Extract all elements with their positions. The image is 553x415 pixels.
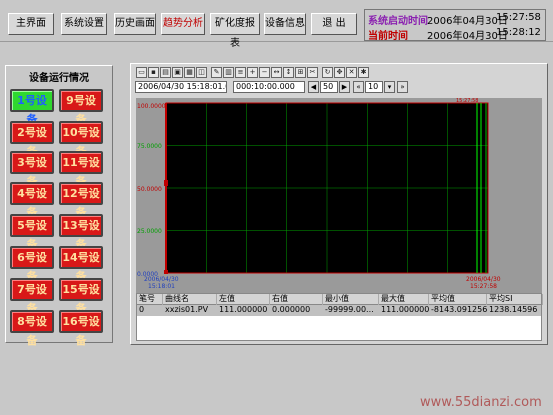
table-cell: 0.000000: [272, 305, 311, 314]
menu-mineral-report[interactable]: 矿化度报表: [210, 13, 260, 49]
xtick-start-time: 15:18:01: [148, 283, 175, 290]
open-icon[interactable]: ▭: [136, 67, 147, 78]
pen-table: 笔号 曲线名 左值 右值 最小值 最大值 平均值 平均SI 0 xxzis01.PV 111.00…: [136, 293, 543, 341]
refresh-icon[interactable]: ↻: [322, 67, 333, 78]
cut-icon[interactable]: ✂: [307, 67, 318, 78]
menu-exit[interactable]: 退 出: [311, 13, 357, 35]
table-cell: -99999.00...: [325, 305, 374, 314]
save-icon[interactable]: ▪: [148, 67, 159, 78]
table-header-cell[interactable]: 平均SI: [487, 294, 543, 305]
zoom-in-icon[interactable]: +: [247, 67, 258, 78]
pan-icon[interactable]: ✥: [334, 67, 345, 78]
current-time-label: 当前时间: [368, 31, 408, 42]
table-cell: -8143.091256: [431, 305, 487, 314]
device-button-11[interactable]: 6号设备: [10, 246, 54, 283]
device-button-16[interactable]: 16号设备: [59, 310, 103, 347]
ytick-mid: 50.0000: [137, 186, 162, 193]
table-header-cell[interactable]: 最小值: [323, 294, 379, 305]
bottom-marker: [164, 270, 168, 274]
device-button-15[interactable]: 8号设备: [10, 310, 54, 347]
device-status-panel: 设备运行情况 1号设备9号设备2号设备10号设备3号设备11号设备4号设备12号…: [5, 65, 113, 347]
table-row[interactable]: 0 xxzis01.PV 111.000000 0.000000 -99999.00..…: [137, 305, 541, 316]
device-button-8[interactable]: 12号设备: [59, 182, 103, 219]
current-time: 15:28:12: [496, 27, 541, 38]
folder-icon[interactable]: ▦: [184, 67, 195, 78]
zoom-out-icon[interactable]: −: [259, 67, 270, 78]
menu-history[interactable]: 历史画面: [114, 13, 156, 35]
cursor-icon[interactable]: ✱: [358, 67, 369, 78]
ytick-lower: 25.0000: [137, 228, 162, 235]
ytick-upper: 75.0000: [137, 143, 162, 150]
xtick-end-date: 2006/04/30: [466, 276, 501, 283]
device-button-3[interactable]: 2号设备: [10, 121, 54, 158]
device-button-9[interactable]: 5号设备: [10, 214, 54, 251]
top-menu-bar: 主界面 系统设置 历史画面 趋势分析 矿化度报表 设备信息 退 出 系统启动时间…: [0, 0, 553, 49]
watermark: www.55dianzi.com: [420, 395, 542, 410]
device-button-7[interactable]: 4号设备: [10, 182, 54, 219]
start-time-field[interactable]: 2006/04/30 15:18:01.000: [135, 81, 227, 93]
trend-plot-area[interactable]: 100.0000 75.0000 50.0000 25.0000 0.0000 …: [136, 98, 542, 314]
percent-field[interactable]: 50: [320, 81, 338, 93]
xtick-start-date: 2006/04/30: [144, 276, 179, 283]
menu-device-info[interactable]: 设备信息: [264, 13, 306, 35]
table-cell: xxzis01.PV: [165, 305, 209, 314]
table-cell: 0: [139, 305, 145, 314]
mid-marker: [164, 180, 168, 186]
xtick-end-time: 15:27:58: [470, 283, 497, 290]
device-button-10[interactable]: 13号设备: [59, 214, 103, 251]
time-status-panel: 系统启动时间 2006年04月30日 15:27:58 当前时间 2006年04…: [364, 9, 546, 42]
duration-field[interactable]: 000:10:00.000: [233, 81, 305, 93]
count-field[interactable]: 10: [365, 81, 383, 93]
pen-table-header: 笔号 曲线名 左值 右值 最小值 最大值 平均值 平均SI: [137, 294, 543, 305]
device-button-5[interactable]: 3号设备: [10, 151, 54, 188]
device-button-4[interactable]: 10号设备: [59, 121, 103, 158]
cross-icon[interactable]: ✕: [346, 67, 357, 78]
dropdown-icon[interactable]: ▾: [384, 81, 395, 93]
table-header-cell[interactable]: 右值: [270, 294, 323, 305]
device-button-14[interactable]: 15号设备: [59, 278, 103, 315]
device-button-1[interactable]: 1号设备: [10, 89, 54, 126]
trend-window: ▭ ▪ ▤ ▣ ▦ ◫ ✎ ▥ ≡ + − ↔ ↕ ⊞ ✂ ↻ ✥ ✕ ✱ 20…: [130, 63, 548, 345]
table-header-cell[interactable]: 笔号: [137, 294, 163, 305]
rewind-icon[interactable]: «: [353, 81, 364, 93]
zoom-x-icon[interactable]: ↔: [271, 67, 282, 78]
table-cell: 111.000000: [381, 305, 429, 314]
start-time: 15:27:58: [496, 12, 541, 23]
copy-icon[interactable]: ▣: [172, 67, 183, 78]
table-header-cell[interactable]: 左值: [217, 294, 270, 305]
menu-trend-analysis[interactable]: 趋势分析: [161, 13, 205, 35]
fit-icon[interactable]: ⊞: [295, 67, 306, 78]
start-time-label: 系统启动时间: [368, 16, 428, 27]
menu-system-settings[interactable]: 系统设置: [61, 13, 107, 35]
table-cell: 111.000000: [219, 305, 268, 314]
step-back-icon[interactable]: ◀: [308, 81, 319, 93]
step-forward-icon[interactable]: ▶: [339, 81, 350, 93]
list-icon[interactable]: ≡: [235, 67, 246, 78]
device-button-12[interactable]: 14号设备: [59, 246, 103, 283]
table-header-cell[interactable]: 最大值: [379, 294, 429, 305]
pen-icon[interactable]: ✎: [211, 67, 222, 78]
device-panel-title: 设备运行情况: [29, 73, 89, 84]
table-cell: 1238.14596: [489, 305, 538, 314]
device-button-2[interactable]: 9号设备: [59, 89, 103, 126]
menu-main[interactable]: 主界面: [8, 13, 54, 35]
forward-icon[interactable]: »: [397, 81, 408, 93]
grid-icon[interactable]: ▥: [223, 67, 234, 78]
print-icon[interactable]: ▤: [160, 67, 171, 78]
table-header-cell[interactable]: 曲线名: [163, 294, 217, 305]
ytick-top: 100.0000: [137, 103, 166, 110]
table-header-cell[interactable]: 平均值: [429, 294, 487, 305]
zoom-y-icon[interactable]: ↕: [283, 67, 294, 78]
settings-icon[interactable]: ◫: [196, 67, 207, 78]
top-end-time: 15:27:58: [456, 98, 478, 104]
device-button-6[interactable]: 11号设备: [59, 151, 103, 188]
device-button-13[interactable]: 7号设备: [10, 278, 54, 315]
trend-chart-svg: 100.0000 75.0000 50.0000 25.0000 0.0000 …: [137, 98, 501, 290]
